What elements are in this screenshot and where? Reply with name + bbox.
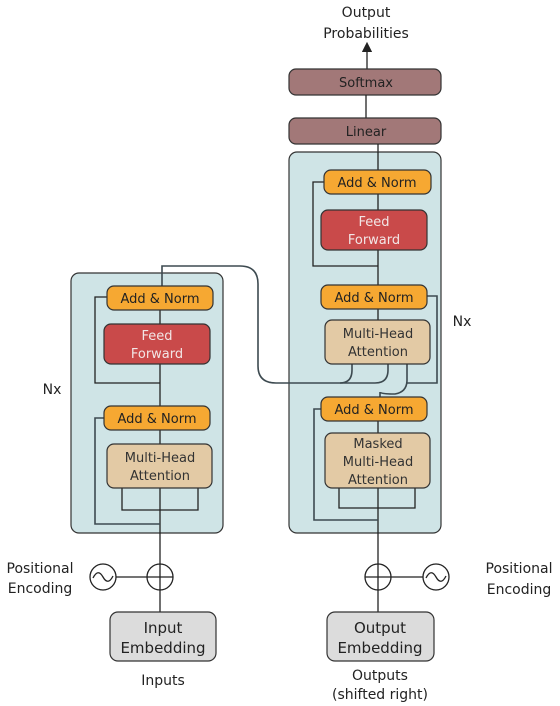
encoder-mha-label-1: Multi-Head: [125, 451, 195, 466]
decoder-ff-label-2: Forward: [348, 233, 400, 248]
decoder-add-norm-bottom-label: Add & Norm: [334, 403, 413, 418]
encoder-ff-label-1: Feed: [141, 329, 172, 344]
decoder-mmha-label-3: Attention: [348, 473, 408, 488]
encoder-feed-forward: Feed Forward: [103, 323, 211, 365]
encoder-block: [70, 272, 224, 534]
encoder-mha-label-2: Attention: [130, 469, 190, 484]
output-embedding: Output Embedding: [326, 611, 435, 662]
decoder-mha-label-1: Multi-Head: [343, 327, 413, 342]
decoder-masked-multi-head-attention: Masked Multi-Head Attention: [324, 432, 431, 489]
input-embedding-label-2: Embedding: [120, 639, 205, 657]
decoder-add-norm-top-label: Add & Norm: [337, 176, 416, 191]
encoder-add-norm-bottom: Add & Norm: [103, 405, 211, 431]
decoder-add-norm-mid: Add & Norm: [320, 284, 428, 310]
input-embedding: Input Embedding: [109, 611, 217, 662]
left-positional-label-2: Encoding: [8, 581, 73, 597]
decoder-mha-label-2: Attention: [348, 345, 408, 360]
decoder-add-norm-top: Add & Norm: [323, 169, 432, 195]
output-embedding-label-1: Output: [354, 619, 406, 637]
decoder-nx-label: Nx: [453, 314, 472, 330]
decoder-mmha-label-1: Masked: [353, 437, 402, 452]
encoder-add-norm-top-label: Add & Norm: [120, 292, 199, 307]
encoder-add-norm-bottom-label: Add & Norm: [117, 412, 196, 427]
encoder-add-norm-top: Add & Norm: [106, 285, 214, 311]
decoder-mmha-label-2: Multi-Head: [343, 455, 413, 470]
left-positional-label-1: Positional: [7, 561, 74, 577]
decoder-feed-forward: Feed Forward: [320, 209, 428, 251]
right-positional-label-1: Positional: [486, 561, 553, 577]
output-label-line1: Output: [342, 5, 391, 21]
outputs-label-1: Outputs: [352, 668, 408, 684]
right-positional-label-2: Encoding: [487, 582, 552, 598]
decoder-ff-label-1: Feed: [358, 215, 389, 230]
decoder-add-norm-mid-label: Add & Norm: [334, 291, 413, 306]
decoder-add-norm-bottom: Add & Norm: [320, 396, 428, 422]
decoder-multi-head-attention: Multi-Head Attention: [324, 319, 431, 365]
encoder-nx-label: Nx: [43, 382, 62, 398]
encoder-add-icon: [146, 563, 174, 591]
softmax-label: Softmax: [339, 76, 393, 91]
output-label-line2: Probabilities: [323, 26, 409, 42]
softmax-block: Softmax: [288, 68, 442, 96]
input-embedding-label-1: Input: [144, 619, 183, 637]
encoder-sine-icon: [89, 563, 117, 591]
outputs-label-2: (shifted right): [332, 687, 428, 703]
decoder-add-icon: [364, 563, 392, 591]
linear-label: Linear: [346, 125, 387, 140]
transformer-diagram: Output Probabilities Softmax Linear Add …: [7, 5, 553, 703]
linear-block: Linear: [288, 117, 442, 145]
output-embedding-label-2: Embedding: [337, 639, 422, 657]
inputs-label: Inputs: [141, 673, 185, 689]
decoder-sine-icon: [422, 563, 450, 591]
encoder-ff-label-2: Forward: [131, 347, 183, 362]
encoder-multi-head-attention: Multi-Head Attention: [106, 443, 213, 489]
